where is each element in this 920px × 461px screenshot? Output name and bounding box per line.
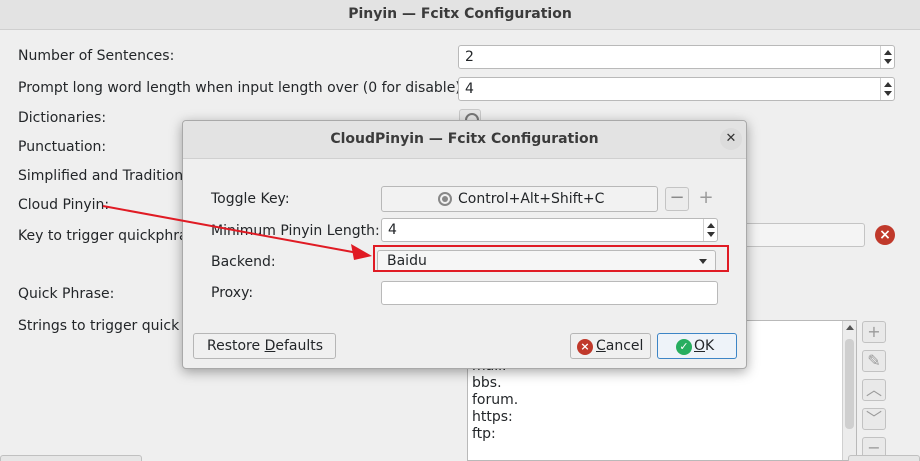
prompt-long-word-value: 4 xyxy=(465,81,474,97)
main-window-title: Pinyin — Fcitx Configuration xyxy=(348,6,572,22)
move-down-icon[interactable]: ﹀ xyxy=(862,408,886,430)
x-circle-icon[interactable]: × xyxy=(875,225,895,245)
toggle-key-label: Toggle Key: xyxy=(211,191,290,207)
edit-icon[interactable]: ✎ xyxy=(862,350,886,372)
number-of-sentences-spinbox[interactable]: 2 xyxy=(458,45,895,69)
dialog-title: CloudPinyin — Fcitx Configuration xyxy=(330,131,599,147)
cancel-button[interactable]: × Cancel xyxy=(570,333,651,359)
toggle-key-value: Control+Alt+Shift+C xyxy=(458,191,605,207)
list-item[interactable]: forum. xyxy=(472,392,518,409)
minimum-pinyin-length-spinbox[interactable]: 4 xyxy=(381,218,718,242)
number-of-sentences-label: Number of Sentences: xyxy=(18,48,175,64)
spin-down-icon[interactable] xyxy=(884,59,892,64)
quick-phrase-label: Quick Phrase: xyxy=(18,286,115,302)
spin-down-icon[interactable] xyxy=(884,91,892,96)
backend-highlight-box xyxy=(373,245,729,272)
scroll-thumb[interactable] xyxy=(845,339,854,429)
add-icon[interactable]: + xyxy=(862,321,886,343)
proxy-label: Proxy: xyxy=(211,285,254,301)
toggle-key-button[interactable]: Control+Alt+Shift+C xyxy=(381,186,658,212)
number-of-sentences-value: 2 xyxy=(465,49,474,65)
move-up-icon[interactable]: ︿ xyxy=(862,379,886,401)
strings-trigger-label: Strings to trigger quick p xyxy=(18,318,193,334)
simplified-traditional-label: Simplified and Traditional xyxy=(18,168,196,184)
spin-up-icon[interactable] xyxy=(884,82,892,87)
scrollbar[interactable] xyxy=(842,321,856,460)
spin-arrows[interactable] xyxy=(880,46,894,68)
main-titlebar: Pinyin — Fcitx Configuration xyxy=(0,0,920,30)
spin-arrows[interactable] xyxy=(880,78,894,100)
spin-up-icon[interactable] xyxy=(884,50,892,55)
key-trigger-quickphrase-label: Key to trigger quickphra xyxy=(18,228,188,244)
cloud-pinyin-label: Cloud Pinyin: xyxy=(18,197,110,213)
spin-down-icon[interactable] xyxy=(707,232,715,237)
add-key-button[interactable]: + xyxy=(695,187,717,211)
restore-defaults-label: Restore Defaults xyxy=(207,338,324,354)
cancel-label: Cancel xyxy=(596,338,644,354)
restore-defaults-button[interactable]: Restore Defaults xyxy=(193,333,336,359)
keyboard-icon xyxy=(438,192,452,206)
quickphrase-key-field[interactable] xyxy=(740,223,865,247)
backend-label: Backend: xyxy=(211,254,276,270)
ok-button[interactable]: ✓ OK xyxy=(657,333,737,359)
prompt-long-word-label: Prompt long word length when input lengt… xyxy=(18,80,466,96)
list-item[interactable]: bbs. xyxy=(472,375,518,392)
remove-key-button[interactable]: − xyxy=(665,187,689,211)
dictionaries-label: Dictionaries: xyxy=(18,110,107,126)
list-item[interactable]: ftp: xyxy=(472,426,518,443)
close-icon[interactable]: ✕ xyxy=(720,128,742,150)
prompt-long-word-spinbox[interactable]: 4 xyxy=(458,77,895,101)
check-icon: ✓ xyxy=(676,339,692,355)
cancel-icon: × xyxy=(577,339,593,355)
scroll-up-icon[interactable] xyxy=(846,325,854,330)
bottom-left-button[interactable] xyxy=(0,455,142,461)
list-item[interactable]: https: xyxy=(472,409,518,426)
proxy-input[interactable] xyxy=(381,281,718,305)
punctuation-label: Punctuation: xyxy=(18,139,107,155)
ok-label: OK xyxy=(694,338,715,354)
spin-arrows[interactable] xyxy=(703,219,717,241)
spin-up-icon[interactable] xyxy=(707,223,715,228)
bottom-right-button[interactable] xyxy=(848,455,920,461)
minimum-pinyin-length-value: 4 xyxy=(388,222,397,238)
minimum-pinyin-length-label: Minimum Pinyin Length: xyxy=(211,223,380,239)
dialog-titlebar: CloudPinyin — Fcitx Configuration ✕ xyxy=(183,121,746,159)
